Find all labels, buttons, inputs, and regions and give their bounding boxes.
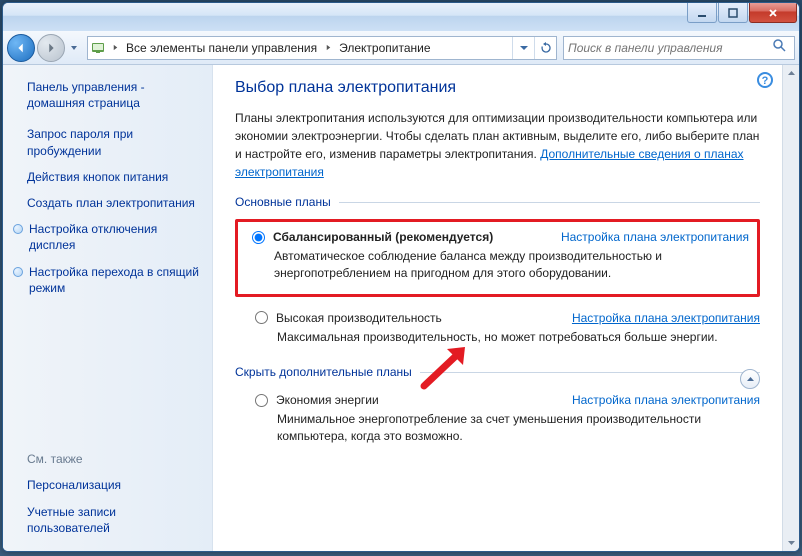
additional-plans-legend: Скрыть дополнительные планы [235, 365, 420, 379]
plan-high-perf: Высокая производительность Настройка пла… [235, 307, 760, 356]
sidebar-link-password[interactable]: Запрос пароля при пробуждении [13, 121, 208, 163]
forward-button[interactable] [37, 34, 65, 62]
search-box[interactable] [563, 36, 795, 60]
plan-balanced-desc: Автоматическое соблюдение баланса между … [252, 244, 749, 282]
plan-balanced-radio[interactable] [252, 231, 265, 244]
plan-power-saver-desc: Минимальное энергопотребление за счет ум… [255, 407, 760, 445]
address-bar[interactable]: Все элементы панели управления Электропи… [87, 36, 557, 60]
page-title: Выбор плана электропитания [235, 79, 760, 97]
breadcrumb-current[interactable]: Электропитание [335, 41, 434, 55]
see-also-heading: См. также [13, 448, 208, 472]
sidebar-item-label: Настройка перехода в спящий режим [29, 264, 202, 296]
plan-power-saver-settings-link[interactable]: Настройка плана электропитания [572, 393, 760, 407]
collapse-button[interactable] [740, 369, 760, 389]
sidebar-link-buttons[interactable]: Действия кнопок питания [13, 164, 208, 190]
history-dropdown[interactable] [67, 38, 81, 58]
search-icon[interactable] [772, 38, 790, 57]
sidebar: Панель управления - домашняя страница За… [3, 65, 213, 551]
sidebar-link-display-off[interactable]: Настройка отключения дисплея [13, 216, 208, 258]
sidebar-heading[interactable]: Панель управления - домашняя страница [13, 75, 208, 121]
maximize-button[interactable] [718, 3, 748, 23]
main-plans-legend: Основные планы [235, 195, 339, 209]
plan-power-saver-label[interactable]: Экономия энергии [276, 393, 379, 407]
sidebar-link-user-accounts[interactable]: Учетные записи пользователей [13, 499, 208, 541]
bullet-icon [13, 267, 23, 277]
breadcrumb-root[interactable]: Все элементы панели управления [122, 41, 321, 55]
control-panel-window: Все элементы панели управления Электропи… [2, 2, 800, 552]
navigation-bar: Все элементы панели управления Электропи… [3, 31, 799, 65]
intro-text: Планы электропитания используются для оп… [235, 109, 760, 181]
content-area: ? Выбор плана электропитания Планы элект… [213, 65, 782, 551]
scroll-up-button[interactable] [783, 65, 799, 82]
additional-plans-group: Скрыть дополнительные планы Экономия эне… [235, 365, 760, 455]
control-panel-icon [88, 40, 108, 56]
plan-power-saver: Экономия энергии Настройка плана электро… [235, 389, 760, 455]
search-input[interactable] [568, 41, 772, 55]
sidebar-link-personalization[interactable]: Персонализация [13, 472, 208, 498]
scroll-down-button[interactable] [783, 534, 799, 551]
sidebar-link-create-plan[interactable]: Создать план электропитания [13, 190, 208, 216]
main-plans-group: Основные планы Сбалансированный (рекомен… [235, 195, 760, 355]
plan-balanced-settings-link[interactable]: Настройка плана электропитания [561, 230, 749, 244]
close-button[interactable] [749, 3, 797, 23]
breadcrumb-separator[interactable] [108, 44, 122, 51]
titlebar [3, 3, 799, 31]
plan-high-perf-radio[interactable] [255, 311, 268, 324]
plan-high-perf-settings-link[interactable]: Настройка плана электропитания [572, 311, 760, 325]
bullet-icon [13, 224, 23, 234]
breadcrumb-separator[interactable] [321, 44, 335, 51]
plan-power-saver-radio[interactable] [255, 394, 268, 407]
minimize-button[interactable] [687, 3, 717, 23]
help-icon[interactable]: ? [756, 71, 774, 89]
vertical-scrollbar[interactable] [782, 65, 799, 551]
back-button[interactable] [7, 34, 35, 62]
plan-high-perf-label[interactable]: Высокая производительность [276, 311, 442, 325]
sidebar-link-sleep[interactable]: Настройка перехода в спящий режим [13, 259, 208, 301]
plan-high-perf-desc: Максимальная производительность, но може… [255, 325, 760, 346]
scroll-track[interactable] [783, 82, 799, 534]
plan-balanced-label[interactable]: Сбалансированный (рекомендуется) [273, 230, 493, 244]
refresh-button[interactable] [534, 37, 556, 59]
plan-balanced: Сбалансированный (рекомендуется) Настрой… [235, 219, 760, 297]
sidebar-item-label: Настройка отключения дисплея [29, 221, 202, 253]
svg-text:?: ? [762, 75, 769, 87]
address-dropdown[interactable] [512, 37, 534, 59]
